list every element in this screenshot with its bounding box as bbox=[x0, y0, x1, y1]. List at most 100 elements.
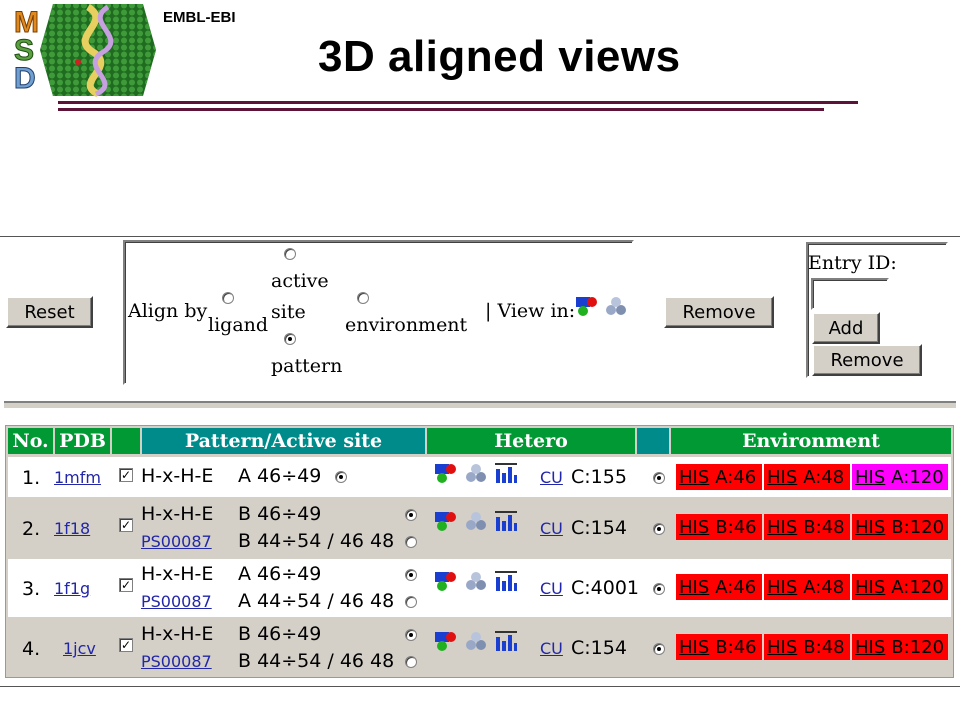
header-no: No. bbox=[8, 428, 53, 454]
residue-location: B:46 bbox=[715, 516, 757, 538]
row-number: 3. bbox=[22, 578, 41, 600]
environment-residue[interactable]: HIS A:48 bbox=[764, 464, 850, 490]
hetero-radio[interactable] bbox=[653, 643, 665, 655]
row-checkbox[interactable]: ✓ bbox=[119, 578, 133, 592]
pdb-link[interactable]: 1f18 bbox=[54, 519, 90, 538]
table-row: 3. 1f1g ✓ H-x-H-E A 46÷49 PS00087 A 44÷54 / 46… bbox=[8, 559, 951, 617]
active-site-label-2: site bbox=[271, 301, 306, 323]
hetero-radio[interactable] bbox=[653, 523, 665, 535]
residue-name[interactable]: HIS bbox=[679, 517, 709, 538]
pdb-link[interactable]: 1f1g bbox=[54, 579, 90, 598]
environment-residue[interactable]: HIS A:120 bbox=[852, 574, 948, 600]
environment-residue[interactable]: HIS B:120 bbox=[852, 634, 948, 660]
rasmol-viewer-icon[interactable] bbox=[433, 569, 459, 597]
pattern-radio[interactable] bbox=[284, 333, 296, 345]
pattern-name: H-x-H-E bbox=[141, 563, 214, 585]
rasmol-viewer-icon[interactable] bbox=[433, 509, 459, 537]
pdb-link[interactable]: 1jcv bbox=[63, 639, 96, 658]
residue-name[interactable]: HIS bbox=[767, 577, 797, 598]
chart-view-icon[interactable] bbox=[492, 509, 520, 537]
remove-entry-button[interactable]: Remove bbox=[812, 344, 922, 376]
molecule-viewer-icon[interactable] bbox=[463, 571, 489, 597]
hetero-link[interactable]: CU bbox=[540, 519, 563, 538]
environment-residue[interactable]: HIS B:48 bbox=[764, 634, 850, 660]
rasmol-viewer-icon[interactable] bbox=[433, 629, 459, 657]
molecule-viewer-icon[interactable] bbox=[463, 631, 489, 657]
prosite-link[interactable]: PS00087 bbox=[141, 652, 212, 671]
residue-name[interactable]: HIS bbox=[855, 637, 885, 658]
hetero-link[interactable]: CU bbox=[540, 579, 563, 598]
pattern-range: B 46÷49 bbox=[238, 623, 322, 645]
residue-name[interactable]: HIS bbox=[767, 637, 797, 658]
environment-label: environment bbox=[345, 314, 468, 336]
residue-location: A:48 bbox=[803, 576, 845, 598]
residue-name[interactable]: HIS bbox=[855, 517, 885, 538]
separator bbox=[4, 401, 956, 410]
environment-residue[interactable]: HIS B:48 bbox=[764, 514, 850, 540]
page-title: 3D aligned views bbox=[318, 32, 681, 81]
environment-residue[interactable]: HIS B:46 bbox=[676, 634, 762, 660]
row-checkbox[interactable]: ✓ bbox=[119, 468, 133, 482]
pattern-radio[interactable] bbox=[405, 629, 417, 641]
prosite-link[interactable]: PS00087 bbox=[141, 532, 212, 551]
ligand-radio[interactable] bbox=[222, 292, 234, 304]
header-hetero: Hetero bbox=[427, 428, 635, 454]
residue-name[interactable]: HIS bbox=[679, 637, 709, 658]
pattern-radio[interactable] bbox=[335, 471, 347, 483]
environment-residue[interactable]: HIS B:46 bbox=[676, 514, 762, 540]
molecule-viewer-icon[interactable] bbox=[603, 296, 629, 322]
reset-button[interactable]: Reset bbox=[6, 296, 93, 328]
environment-residue[interactable]: HIS A:120 bbox=[852, 464, 948, 490]
table-row: 1. 1mfm ✓ H-x-H-E A 46÷49 CU C:155 HIS A:46 HIS A:… bbox=[8, 457, 951, 497]
chart-view-icon[interactable] bbox=[492, 629, 520, 657]
active-site-radio[interactable] bbox=[284, 248, 296, 260]
entry-id-input[interactable] bbox=[811, 278, 889, 310]
molecule-viewer-icon[interactable] bbox=[463, 463, 489, 489]
residue-name[interactable]: HIS bbox=[855, 467, 885, 488]
entry-id-label: Entry ID: bbox=[808, 252, 897, 274]
environment-residue[interactable]: HIS A:46 bbox=[676, 574, 762, 600]
pattern-range: B 46÷49 bbox=[238, 503, 322, 525]
environment-residue[interactable]: HIS B:120 bbox=[852, 514, 948, 540]
hetero-link[interactable]: CU bbox=[540, 639, 563, 658]
prosite-range: B 44÷54 / 46 48 bbox=[238, 650, 395, 672]
environment-radio[interactable] bbox=[357, 292, 369, 304]
environment-residue[interactable]: HIS A:48 bbox=[764, 574, 850, 600]
residue-location: B:48 bbox=[803, 636, 845, 658]
rasmol-viewer-icon[interactable] bbox=[433, 461, 459, 489]
residue-location: A:120 bbox=[891, 466, 944, 488]
pdb-link[interactable]: 1mfm bbox=[54, 468, 101, 487]
residue-name[interactable]: HIS bbox=[679, 577, 709, 598]
row-checkbox[interactable]: ✓ bbox=[119, 638, 133, 652]
add-button[interactable]: Add bbox=[812, 312, 880, 344]
prosite-radio[interactable] bbox=[405, 656, 417, 668]
prosite-range: B 44÷54 / 46 48 bbox=[238, 530, 395, 552]
residue-location: A:46 bbox=[715, 576, 757, 598]
molecule-viewer-icon[interactable] bbox=[463, 511, 489, 537]
pattern-name: H-x-H-E bbox=[141, 623, 214, 645]
pattern-radio[interactable] bbox=[405, 569, 417, 581]
rasmol-viewer-icon[interactable] bbox=[574, 294, 600, 322]
residue-name[interactable]: HIS bbox=[767, 517, 797, 538]
residue-location: B:120 bbox=[891, 516, 945, 538]
hetero-radio[interactable] bbox=[653, 472, 665, 484]
prosite-link[interactable]: PS00087 bbox=[141, 592, 212, 611]
logo-letter-d: D bbox=[14, 62, 36, 95]
residue-name[interactable]: HIS bbox=[855, 577, 885, 598]
residue-name[interactable]: HIS bbox=[767, 467, 797, 488]
row-checkbox[interactable]: ✓ bbox=[119, 518, 133, 532]
residue-name[interactable]: HIS bbox=[679, 467, 709, 488]
hetero-location: C:155 bbox=[571, 466, 627, 488]
remove-button[interactable]: Remove bbox=[664, 296, 774, 328]
chart-view-icon[interactable] bbox=[492, 569, 520, 597]
prosite-radio[interactable] bbox=[405, 596, 417, 608]
chart-view-icon[interactable] bbox=[492, 461, 520, 489]
hetero-link[interactable]: CU bbox=[540, 468, 563, 487]
results-table: No. PDB Pattern/Active site Hetero Envir… bbox=[5, 425, 954, 678]
header-pdb: PDB bbox=[55, 428, 110, 454]
environment-residue[interactable]: HIS A:46 bbox=[676, 464, 762, 490]
pattern-radio[interactable] bbox=[405, 509, 417, 521]
hetero-radio[interactable] bbox=[653, 583, 665, 595]
prosite-radio[interactable] bbox=[405, 536, 417, 548]
active-site-label-1: active bbox=[271, 270, 329, 292]
